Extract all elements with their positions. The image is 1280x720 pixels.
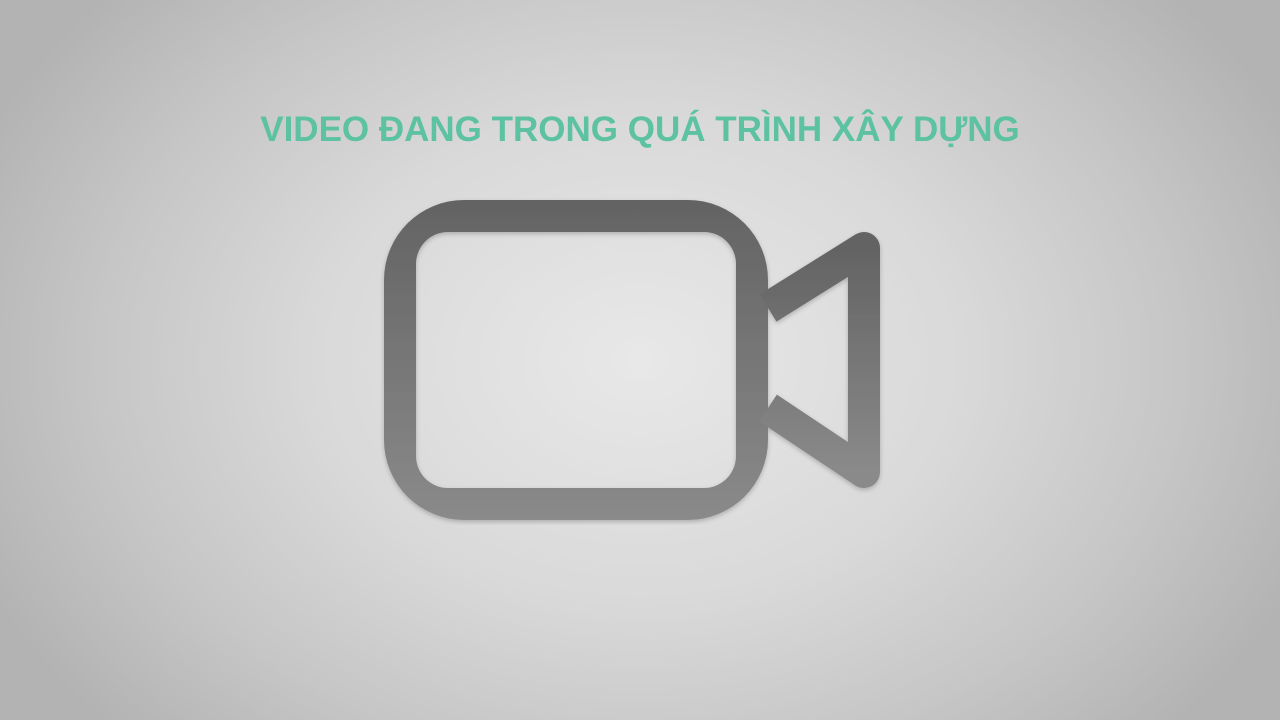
video-placeholder: VIDEO ĐANG TRONG QUÁ TRÌNH XÂY DỰNG xyxy=(0,0,1280,720)
video-camera-icon xyxy=(384,200,880,520)
placeholder-title: VIDEO ĐANG TRONG QUÁ TRÌNH XÂY DỰNG xyxy=(260,110,1020,149)
